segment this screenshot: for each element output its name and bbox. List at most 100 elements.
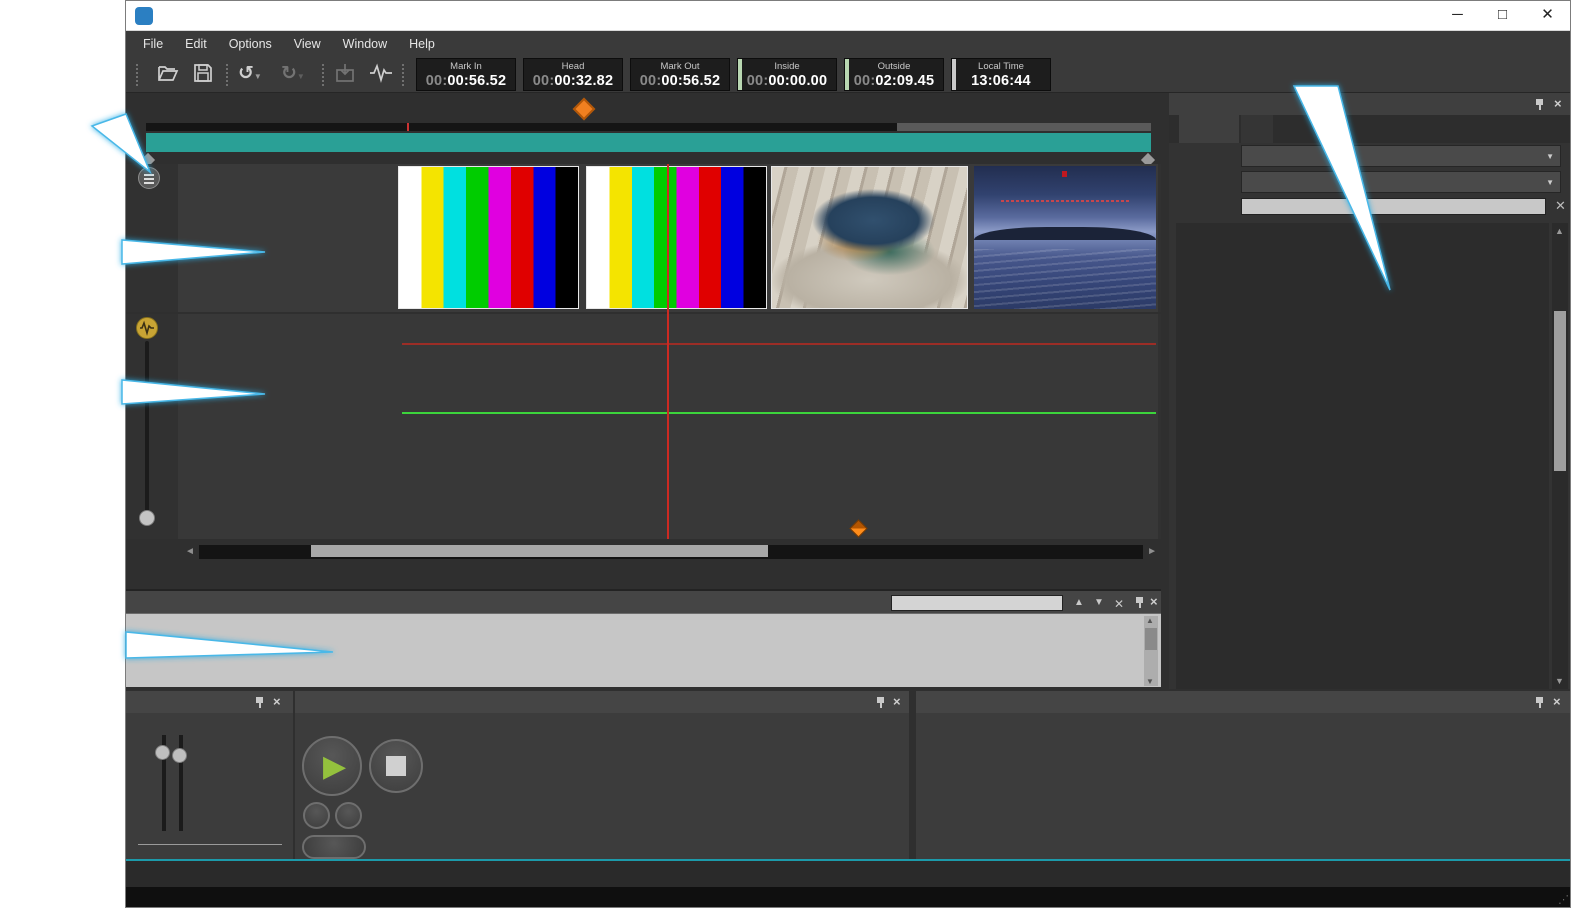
transport-pin-icon[interactable] — [875, 696, 886, 708]
overview-playhead-marker[interactable] — [573, 98, 596, 121]
overview-position-bar[interactable] — [146, 133, 1151, 152]
speech-pin-icon[interactable] — [1134, 596, 1145, 608]
maximize-button[interactable]: □ — [1480, 1, 1525, 31]
time-display-outside[interactable]: Outside00:02:09.45 — [844, 58, 944, 91]
scroll-left-icon[interactable]: ◄ — [185, 546, 195, 557]
fader-right-knob[interactable] — [172, 748, 187, 763]
mode-tab-bar — [126, 859, 1570, 887]
clipboard-pin-icon[interactable] — [1534, 98, 1545, 110]
horizontal-scrollbar[interactable]: ◄ ► — [183, 544, 1159, 560]
waveform-tool-icon[interactable] — [368, 62, 394, 89]
time-display-head[interactable]: Head00:00:32.82 — [523, 58, 623, 91]
search-next-icon[interactable]: ▼ — [1094, 597, 1104, 608]
clipboard-panel: × ▼ ▼ ✕ ▲ ▼ — [1169, 93, 1571, 689]
minimize-button[interactable]: ─ — [1435, 1, 1480, 31]
edit-tools-pin-icon[interactable] — [1534, 696, 1545, 708]
speech-close-icon[interactable]: × — [1150, 594, 1158, 609]
clipboard-close-icon[interactable]: × — [1554, 96, 1562, 111]
playhead-line[interactable] — [667, 164, 669, 539]
toolbar-grip[interactable] — [136, 64, 138, 86]
toolbar-separator2 — [322, 64, 324, 86]
hscroll-thumb[interactable] — [311, 545, 768, 557]
clipboard-search-clear-icon[interactable]: ✕ — [1555, 198, 1566, 214]
audio-track-icon[interactable] — [136, 317, 158, 339]
audio-fader-track[interactable] — [145, 341, 149, 519]
title-bar[interactable]: ─ □ ✕ — [126, 1, 1570, 31]
picture-lizard[interactable] — [771, 166, 968, 309]
clipboard-search-input[interactable] — [1241, 198, 1546, 215]
menu-item-edit[interactable]: Edit — [174, 33, 218, 55]
sort-order-select[interactable]: ▼ — [1241, 145, 1561, 167]
time-display-local-time[interactable]: Local Time13:06:44 — [951, 58, 1051, 91]
hamburger-menu-button[interactable] — [138, 167, 160, 189]
speech-scroll-up-icon[interactable]: ▲ — [1146, 616, 1154, 625]
fader-left-knob[interactable] — [155, 745, 170, 760]
speech-search-input[interactable] — [891, 595, 1063, 611]
clipboard-tab-row — [1169, 115, 1571, 143]
time-display-label: Mark In — [417, 61, 515, 72]
import-icon[interactable] — [334, 62, 356, 89]
clipboard-header[interactable]: × — [1169, 93, 1571, 115]
save-icon[interactable] — [192, 62, 214, 89]
clipboard-scrollbar[interactable]: ▲ ▼ — [1552, 223, 1568, 689]
clipboard-add-tab-button[interactable] — [1241, 115, 1273, 143]
app-window: ─ □ ✕ FileEditOptionsViewWindowHelp ↺▼ ↻… — [125, 0, 1571, 908]
transport-panel-header: × — [295, 691, 909, 713]
menu-item-file[interactable]: File — [132, 33, 174, 55]
time-display-value: 00:00:56.52 — [426, 73, 506, 89]
fader-close-icon[interactable]: × — [273, 694, 281, 709]
time-display-label: Local Time — [952, 61, 1050, 72]
undo-icon[interactable]: ↺▼ — [238, 62, 262, 85]
volume-line[interactable] — [402, 412, 1156, 414]
edit-tools-close-icon[interactable]: × — [1553, 694, 1561, 709]
speech-text-area[interactable]: ▲ ▼ — [126, 613, 1161, 687]
scroll-right-icon[interactable]: ► — [1147, 546, 1157, 557]
speech-scroll-down-icon[interactable]: ▼ — [1146, 677, 1154, 686]
scrub-button[interactable] — [302, 835, 366, 859]
toolbar: ↺▼ ↻▼ Mark In00:00:56.52Head00:00:32.82M… — [126, 56, 1570, 93]
search-clear-icon[interactable]: ✕ — [1114, 597, 1124, 611]
close-button[interactable]: ✕ — [1525, 1, 1570, 31]
picture-colorbars-1[interactable] — [398, 166, 579, 309]
clipboard-tab-audio[interactable] — [1179, 115, 1239, 143]
redo-icon[interactable]: ↻▼ — [281, 62, 305, 85]
transport-close-icon[interactable]: × — [893, 694, 901, 709]
resize-grip[interactable]: ⋰ — [1558, 893, 1569, 906]
fader-pin-icon[interactable] — [254, 696, 265, 708]
overview-selection — [897, 123, 1151, 131]
time-display-label: Outside — [845, 61, 943, 72]
stop-button[interactable] — [369, 739, 423, 793]
clipboard-scroll-up-icon[interactable]: ▲ — [1555, 226, 1564, 236]
picture-track[interactable] — [126, 164, 1161, 312]
clipboard-scroll-down-icon[interactable]: ▼ — [1555, 676, 1564, 686]
toolbar-grip2[interactable] — [402, 64, 404, 86]
play-button[interactable]: ▶ — [302, 736, 362, 796]
stop-icon — [386, 756, 406, 776]
audio-fader-knob[interactable] — [139, 510, 155, 526]
picture-digasystem[interactable] — [974, 166, 1156, 309]
picture-colorbars-2[interactable] — [586, 166, 767, 309]
time-display-mark-in[interactable]: Mark In00:00:56.52 — [416, 58, 516, 91]
time-display-mark-out[interactable]: Mark Out00:00:56.52 — [630, 58, 730, 91]
speech-scrollbar[interactable]: ▲ ▼ — [1144, 616, 1158, 686]
toolbar-separator — [226, 64, 228, 86]
time-display-value: 00:00:56.52 — [640, 73, 720, 89]
time-display-inside[interactable]: Inside00:00:00.00 — [737, 58, 837, 91]
menu-item-help[interactable]: Help — [398, 33, 446, 55]
open-icon[interactable] — [156, 62, 180, 89]
edit-tools-header: × — [916, 691, 1571, 713]
waveform[interactable] — [402, 415, 1156, 527]
filter-select[interactable]: ▼ — [1241, 171, 1561, 193]
search-prev-icon[interactable]: ▲ — [1074, 597, 1084, 608]
edit-tools-body — [916, 713, 1571, 859]
fader-panel-body — [126, 713, 293, 859]
skip-back-button[interactable] — [303, 802, 330, 829]
app-icon — [135, 7, 153, 25]
menu-item-window[interactable]: Window — [332, 33, 398, 55]
time-display-label: Head — [524, 61, 622, 72]
menu-item-options[interactable]: Options — [218, 33, 283, 55]
clipboard-scroll-thumb[interactable] — [1554, 311, 1566, 471]
overview-bar[interactable] — [146, 123, 1151, 131]
skip-forward-button[interactable] — [335, 802, 362, 829]
menu-item-view[interactable]: View — [283, 33, 332, 55]
